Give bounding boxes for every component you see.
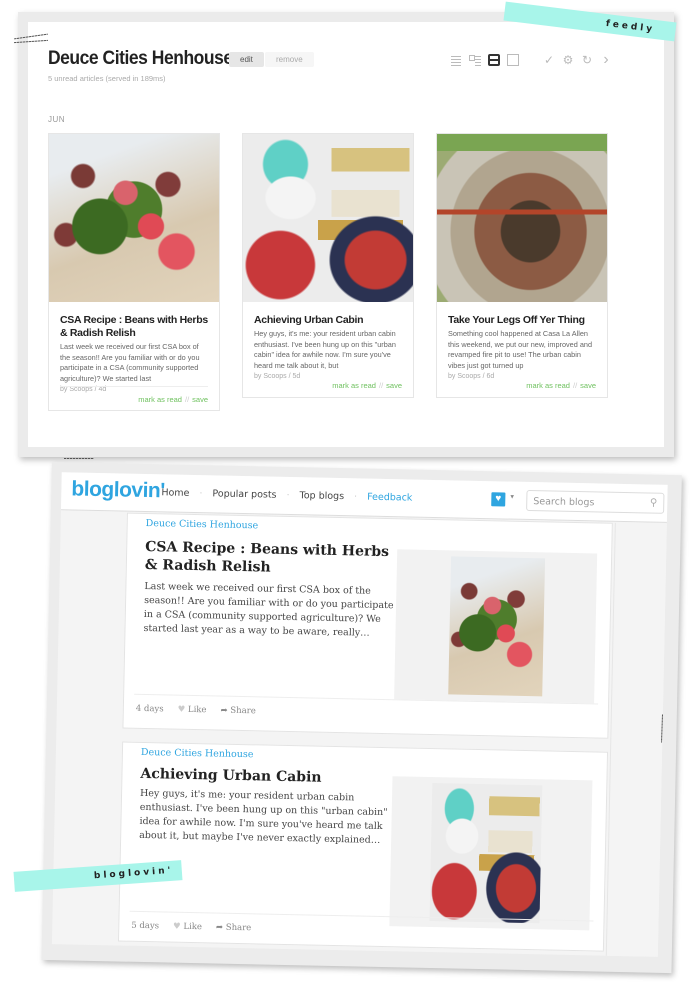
mark-as-read-link[interactable]: mark as read (332, 381, 376, 390)
title-view-icon[interactable] (469, 54, 481, 66)
search-box: ⚲ (526, 489, 665, 514)
nav-separator: · (199, 488, 203, 500)
chevron-right-icon[interactable]: › (600, 52, 612, 68)
card-actions: mark as read//save (138, 395, 208, 404)
search-input[interactable] (533, 496, 644, 510)
view-toolbar: ✓ ⚙ ↻ › (450, 52, 612, 68)
article-title[interactable]: Achieving Urban Cabin (254, 314, 402, 327)
bloglovin-screenshot: bloglovin' Home · Popular posts · Top bl… (41, 462, 682, 974)
share-icon: ➦ (215, 922, 224, 933)
unread-count: 5 unread articles (served in 189ms) (48, 74, 166, 83)
remove-button[interactable]: remove (265, 52, 314, 67)
post-title[interactable]: Achieving Urban Cabin (140, 765, 400, 788)
share-label: Share (225, 922, 252, 934)
post-excerpt: Last week we received our first CSA box … (143, 580, 394, 639)
action-separator: // (378, 381, 384, 390)
list-view-icon[interactable] (450, 54, 462, 66)
post-image[interactable] (389, 776, 593, 931)
heart-icon: ♥ (172, 921, 181, 932)
share-icon: ➦ (220, 705, 228, 716)
right-sidebar (605, 522, 667, 957)
article-thumbnail[interactable] (49, 134, 219, 302)
post-title[interactable]: CSA Recipe : Beans with Herbs & Radish R… (145, 538, 406, 579)
share-button[interactable]: ➦ Share (216, 923, 251, 934)
post-photo (448, 556, 546, 697)
post-age: 5 days (131, 920, 160, 932)
heart-menu-icon[interactable]: ♥ (491, 492, 506, 507)
bloglovin-logo[interactable]: bloglovin' (71, 477, 165, 503)
post-actions: 5 days ♥ Like ➦ Share (131, 921, 251, 934)
nav-separator: · (286, 489, 290, 501)
card-actions: mark as read//save (526, 381, 596, 390)
nav-feedback[interactable]: Feedback (367, 492, 412, 504)
mark-as-read-link[interactable]: mark as read (526, 381, 570, 390)
feed-post[interactable]: Deuce Cities Henhouse CSA Recipe : Beans… (122, 512, 613, 739)
article-cards: CSA Recipe : Beans with Herbs & Radish R… (48, 133, 608, 411)
card-divider (60, 386, 208, 387)
chevron-down-icon[interactable]: ▾ (510, 493, 514, 501)
like-label: Like (187, 704, 207, 716)
nav-separator: · (353, 491, 358, 503)
post-blog-name[interactable]: Deuce Cities Henhouse (141, 747, 254, 760)
heart-icon: ♥ (177, 704, 186, 715)
article-card[interactable]: Achieving Urban Cabin Hey guys, it's me:… (242, 133, 414, 398)
nav-home[interactable]: Home (161, 487, 189, 499)
save-link[interactable]: save (580, 381, 596, 390)
edit-button[interactable]: edit (229, 52, 264, 67)
cards-view-icon[interactable] (507, 54, 519, 66)
article-thumbnail[interactable] (437, 134, 607, 302)
post-excerpt: Hey guys, it's me: your resident urban c… (139, 787, 388, 846)
pin-mark (64, 458, 94, 459)
action-separator: // (572, 381, 578, 390)
article-card[interactable]: CSA Recipe : Beans with Herbs & Radish R… (48, 133, 220, 411)
nav-top-blogs[interactable]: Top blogs (299, 490, 344, 502)
checkmark-icon[interactable]: ✓ (543, 54, 555, 66)
post-blog-name[interactable]: Deuce Cities Henhouse (146, 518, 259, 531)
article-meta: by Scoops / 5d (254, 373, 301, 380)
post-image[interactable] (394, 549, 598, 704)
action-separator: // (184, 395, 190, 404)
like-label: Like (183, 921, 203, 933)
like-button[interactable]: ♥ Like (178, 705, 207, 716)
post-photo (429, 783, 543, 924)
feed-title: Deuce Cities Henhouse (48, 48, 233, 69)
share-button[interactable]: ➦ Share (220, 706, 255, 717)
article-summary: Last week we received our first CSA box … (60, 342, 200, 383)
feedly-panel: Deuce Cities Henhouse edit remove 5 unre… (28, 22, 664, 447)
article-card[interactable]: Take Your Legs Off Yer Thing Something c… (436, 133, 608, 398)
save-link[interactable]: save (192, 395, 208, 404)
article-thumbnail[interactable] (243, 134, 413, 302)
article-title[interactable]: Take Your Legs Off Yer Thing (448, 314, 596, 327)
article-title[interactable]: CSA Recipe : Beans with Herbs & Radish R… (60, 314, 208, 340)
main-nav: Home · Popular posts · Top blogs · Feedb… (161, 487, 412, 503)
month-heading: JUN (48, 115, 66, 124)
article-meta: by Scoops / 6d (448, 373, 495, 380)
magazine-view-icon[interactable] (488, 54, 500, 66)
article-summary: Something cool happened at Casa La Allen… (448, 329, 592, 370)
nav-popular-posts[interactable]: Popular posts (212, 488, 276, 500)
post-actions: 4 days ♥ Like ➦ Share (136, 704, 256, 717)
share-label: Share (230, 705, 256, 717)
feed-post[interactable]: Deuce Cities Henhouse Achieving Urban Ca… (117, 741, 609, 952)
article-meta: by Scoops / 4d (60, 386, 107, 393)
post-age: 4 days (135, 703, 164, 715)
mark-as-read-link[interactable]: mark as read (138, 395, 182, 404)
gear-icon[interactable]: ⚙ (562, 54, 574, 66)
refresh-icon[interactable]: ↻ (581, 54, 593, 66)
article-summary: Hey guys, it's me: your resident urban c… (254, 329, 396, 370)
feedly-screenshot: Deuce Cities Henhouse edit remove 5 unre… (18, 12, 674, 457)
save-link[interactable]: save (386, 381, 402, 390)
card-actions: mark as read//save (332, 381, 402, 390)
search-icon[interactable]: ⚲ (650, 498, 658, 509)
like-button[interactable]: ♥ Like (173, 922, 202, 933)
bloglovin-panel: bloglovin' Home · Popular posts · Top bl… (51, 472, 668, 957)
